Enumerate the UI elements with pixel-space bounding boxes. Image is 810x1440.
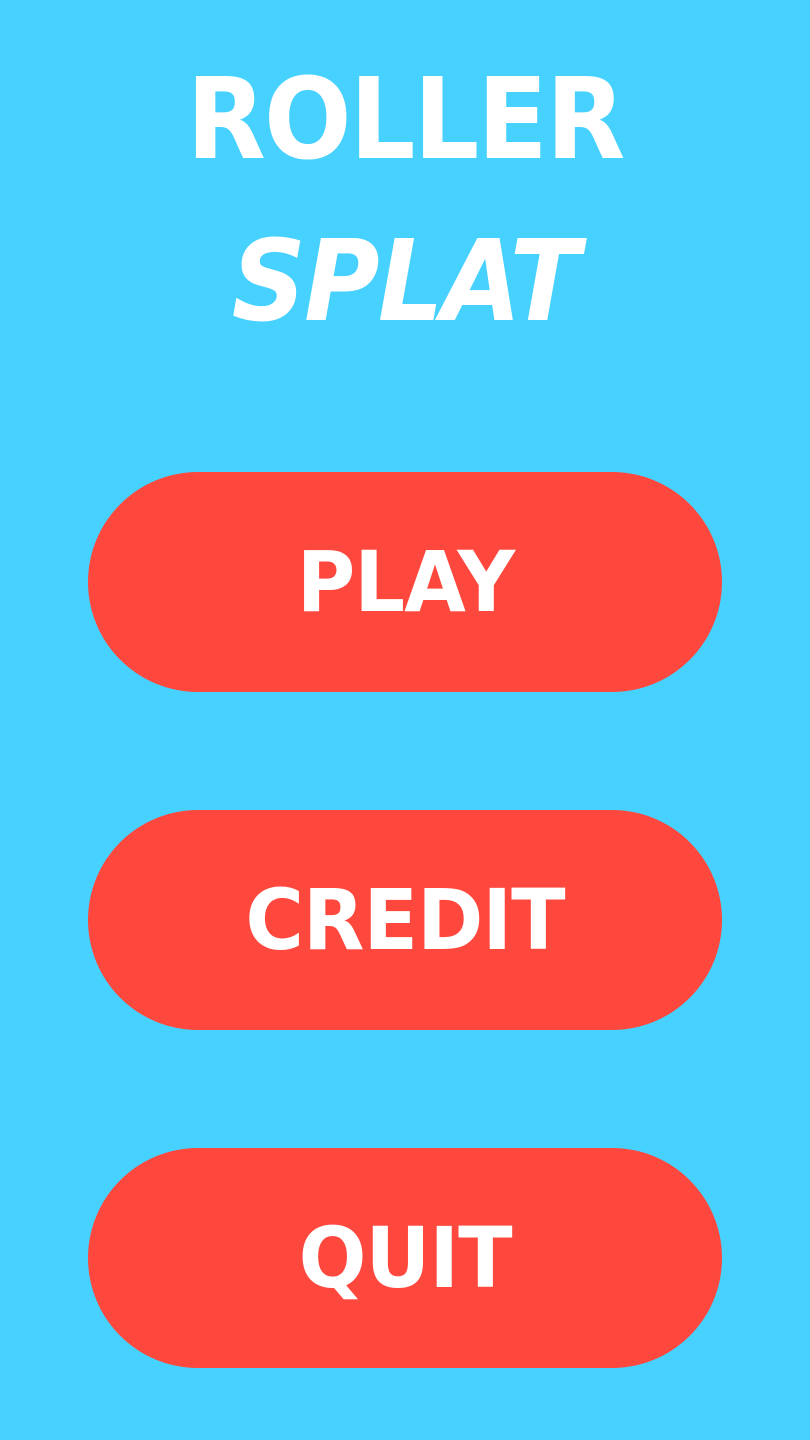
game-title-line-1: ROLLER — [186, 55, 626, 185]
play-button-label: PLAY — [296, 533, 514, 631]
quit-button-label: QUIT — [298, 1209, 513, 1307]
credit-button-label: CREDIT — [245, 871, 565, 969]
game-title-line-2: SPLAT — [231, 217, 580, 347]
credit-button[interactable]: CREDIT — [88, 810, 722, 1030]
quit-button[interactable]: QUIT — [88, 1148, 722, 1368]
play-button[interactable]: PLAY — [88, 472, 722, 692]
